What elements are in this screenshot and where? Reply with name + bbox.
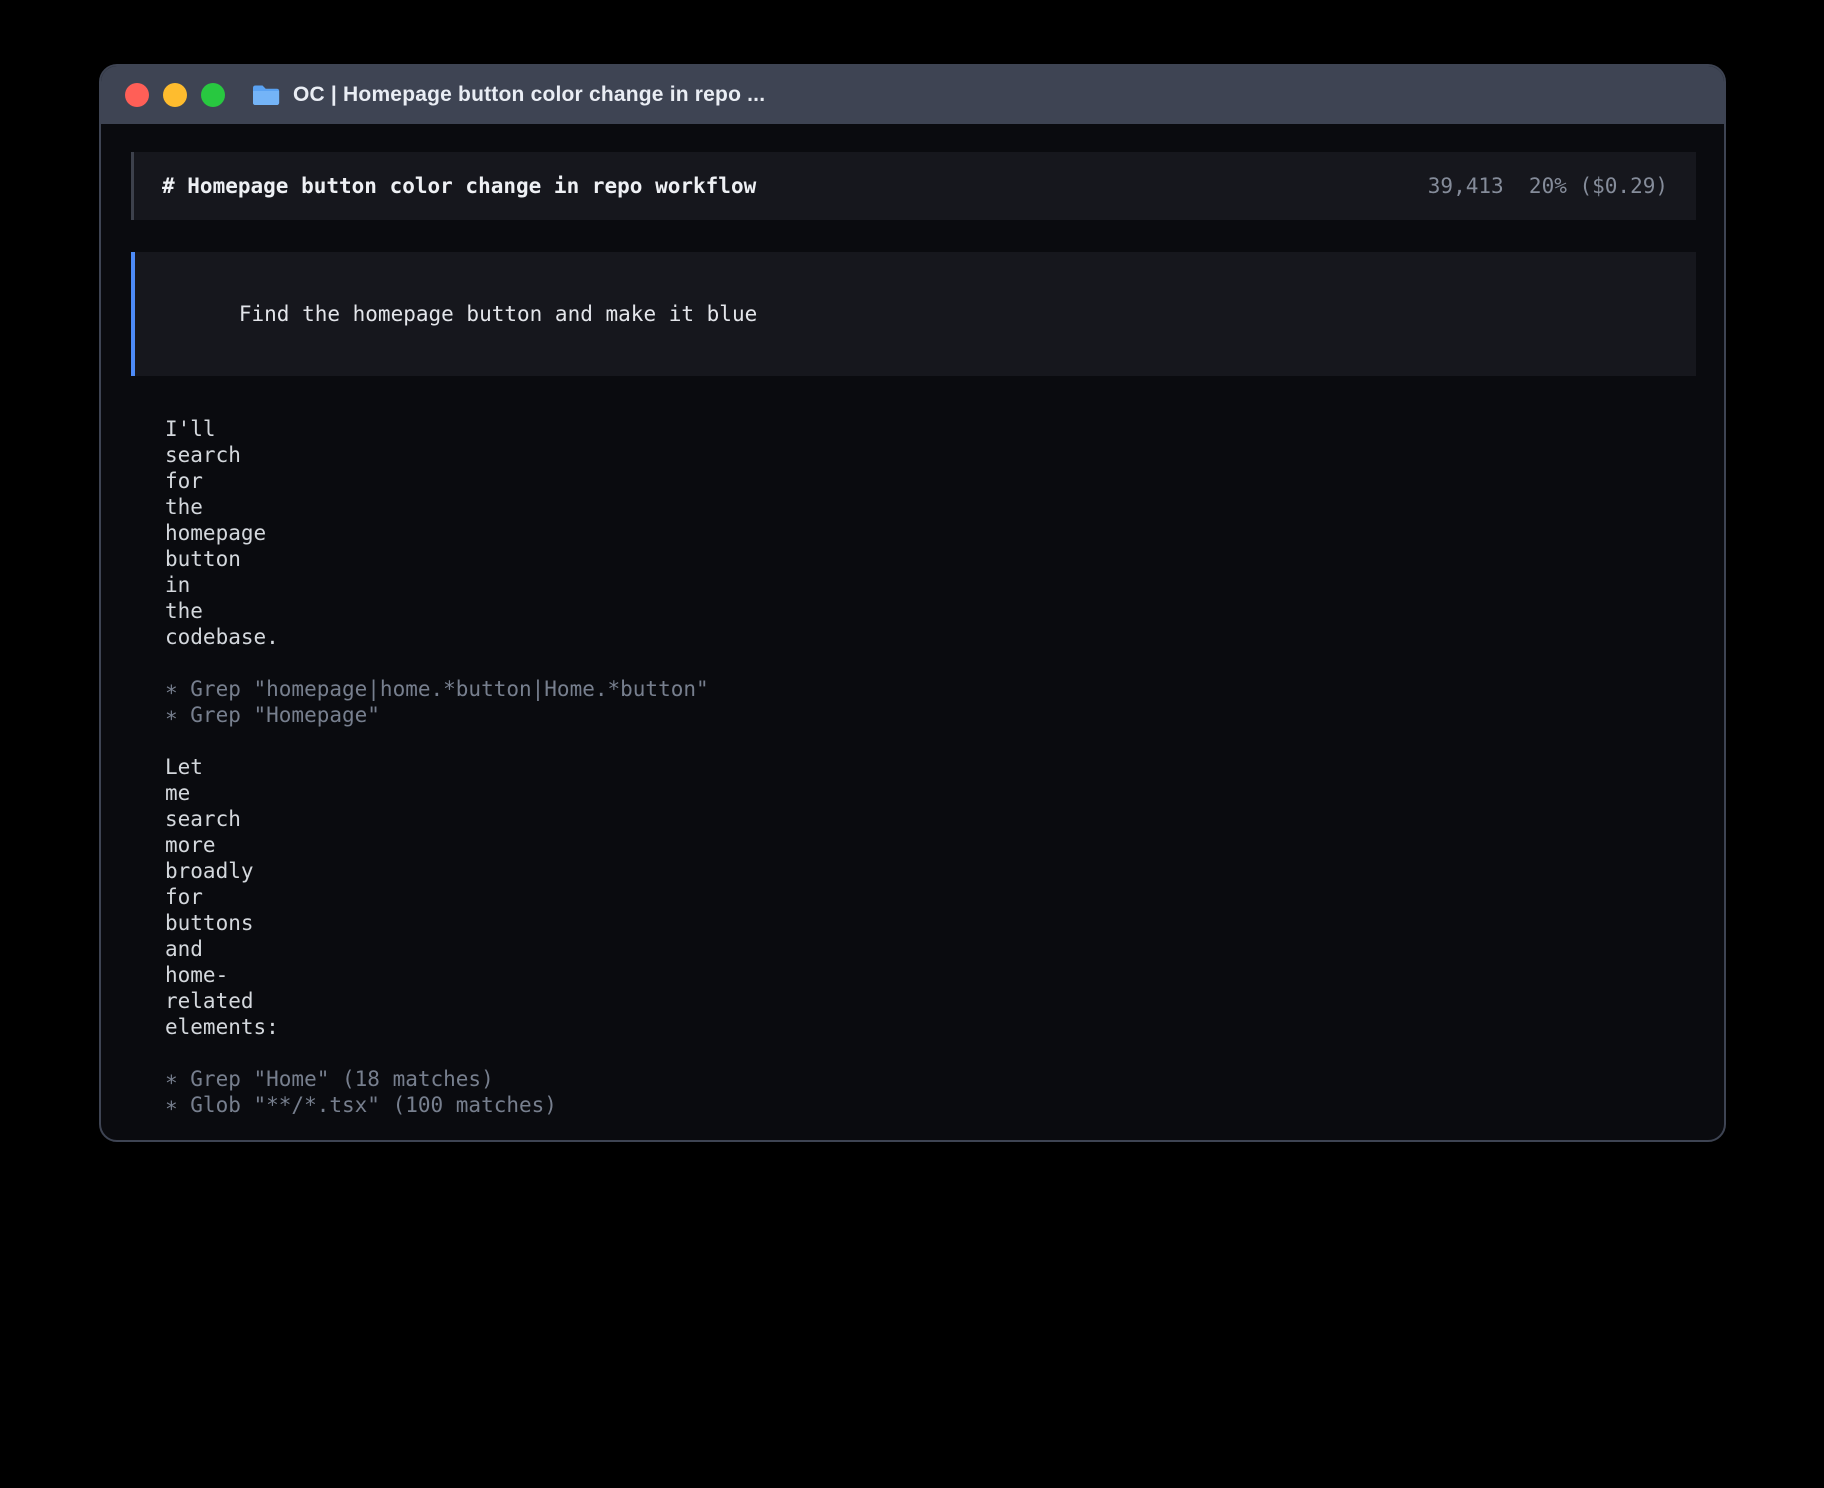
minimize-button[interactable] (163, 83, 187, 107)
tool-call-group: ∗ Grep "Home" (18 matches) ∗ Glob "**/*.… (165, 1066, 1495, 1118)
terminal-window: OC | Homepage button color change in rep… (99, 64, 1726, 1142)
tool-call-glob: ∗ Glob "**/*.tsx" (100 matches) (165, 1092, 1495, 1118)
session-stats: 39,413 20% ($0.29) (1428, 173, 1668, 199)
user-message-block: Find the homepage button and make it blu… (131, 252, 1696, 376)
terminal-content: # Homepage button color change in repo w… (101, 124, 1724, 1142)
assistant-text: Let me search more broadly for buttons a… (165, 754, 189, 778)
window-title: OC | Homepage button color change in rep… (293, 83, 765, 107)
folder-icon (251, 83, 281, 107)
session-title: # Homepage button color change in repo w… (162, 173, 756, 199)
tool-call-grep: ∗ Grep "Homepage" (165, 702, 1495, 728)
assistant-transcript: I'll search for the homepage button in t… (131, 416, 1529, 1142)
tool-call-grep: ∗ Grep "Home" (18 matches) (165, 1066, 1495, 1092)
session-header: # Homepage button color change in repo w… (131, 152, 1696, 220)
zoom-button[interactable] (201, 83, 225, 107)
close-button[interactable] (125, 83, 149, 107)
window-titlebar: OC | Homepage button color change in rep… (101, 66, 1724, 124)
tool-call-group: ∗ Grep "homepage|home.*button|Home.*butt… (165, 676, 1495, 728)
traffic-lights (125, 83, 225, 107)
user-message-text: Find the homepage button and make it blu… (239, 302, 757, 326)
assistant-text: I'll search for the homepage button in t… (165, 416, 189, 440)
tool-call-grep: ∗ Grep "homepage|home.*button|Home.*butt… (165, 676, 1495, 702)
